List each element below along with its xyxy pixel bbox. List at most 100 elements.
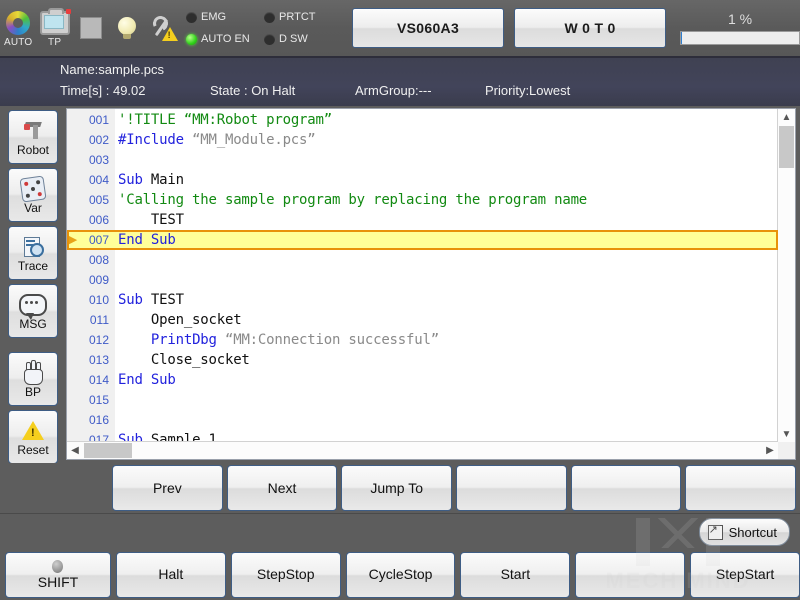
shortcut-button[interactable]: Shortcut	[699, 518, 790, 546]
code-line[interactable]: 005'Calling the sample program by replac…	[67, 190, 778, 210]
sidebar-item-msg[interactable]: MSG	[8, 284, 58, 338]
function-button-next[interactable]: Next	[227, 465, 338, 511]
hand-breakpoint-icon	[23, 360, 43, 386]
code-line[interactable]: 002#Include “MM_Module.pcs”	[67, 130, 778, 150]
function-button-empty-3[interactable]	[456, 465, 567, 511]
code-line[interactable]: 016	[67, 410, 778, 430]
robot-model-button[interactable]: VS060A3	[352, 8, 504, 48]
bottom-button-label: StepStop	[257, 567, 315, 582]
code-line[interactable]: 004Sub Main	[67, 170, 778, 190]
shift-led-icon	[52, 560, 63, 573]
function-button-prev[interactable]: Prev	[112, 465, 223, 511]
shortcut-arrow-icon	[708, 525, 723, 540]
function-button-label: Next	[268, 480, 297, 496]
horizontal-scroll-thumb[interactable]	[84, 443, 132, 458]
code-viewport[interactable]: 001'!TITLE “MM:Robot program”002#Include…	[67, 109, 778, 442]
function-button-label: Prev	[153, 480, 182, 496]
tp-label: TP	[48, 37, 61, 48]
code-line[interactable]: 014End Sub	[67, 370, 778, 390]
sidebar-item-reset[interactable]: Reset	[8, 410, 58, 464]
sidebar-item-robot[interactable]: Robot	[8, 110, 58, 164]
sidebar-item-trace[interactable]: Trace	[8, 226, 58, 280]
prtct-led-icon	[264, 12, 275, 23]
d-sw-label: D SW	[279, 33, 308, 45]
auto-mode-icon[interactable]: AUTO	[0, 3, 36, 53]
scroll-right-arrow-icon[interactable]: ▶	[762, 442, 778, 458]
code-line[interactable]: 006 TEST	[67, 210, 778, 230]
bottom-button-label: Start	[501, 567, 531, 582]
scroll-down-arrow-icon[interactable]: ▼	[778, 426, 795, 442]
bottom-button-start[interactable]: Start	[460, 552, 570, 598]
vertical-scroll-thumb[interactable]	[779, 126, 794, 168]
program-info-header: Name:sample.pcs Time[s] : 49.02 State : …	[0, 58, 800, 106]
scrollbar-corner	[778, 442, 795, 459]
code-line[interactable]: 003	[67, 150, 778, 170]
speed-progress-bar[interactable]	[680, 31, 800, 45]
code-line[interactable]: 010Sub TEST	[67, 290, 778, 310]
code-line-text: Close_socket	[114, 352, 250, 368]
code-line-list[interactable]: 001'!TITLE “MM:Robot program”002#Include…	[67, 110, 778, 442]
program-name: Name:sample.pcs	[60, 62, 164, 77]
function-button-empty-4[interactable]	[571, 465, 682, 511]
scroll-left-arrow-icon[interactable]: ◀	[67, 442, 83, 458]
prtct-label: PRTCT	[279, 11, 315, 23]
code-line[interactable]: 008	[67, 250, 778, 270]
sidebar-label-reset: Reset	[17, 444, 48, 457]
code-line-number: 011	[79, 313, 114, 327]
sidebar-label-var: Var	[24, 202, 42, 215]
maintenance-wrench-icon[interactable]: !	[146, 3, 182, 53]
code-line-text: TEST	[114, 212, 184, 228]
code-line-number: 004	[79, 173, 114, 187]
sidebar-divider-gap	[0, 338, 64, 348]
horizontal-scrollbar[interactable]: ◀ ▶	[67, 441, 778, 459]
bottom-button-empty-5[interactable]	[575, 552, 685, 598]
code-line-number: 001	[79, 113, 114, 127]
function-button-empty-5[interactable]	[685, 465, 796, 511]
trace-magnifier-icon	[22, 234, 44, 260]
variable-cube-icon	[21, 176, 45, 202]
code-line[interactable]: ▶007End Sub	[67, 230, 778, 250]
bottom-button-label: Halt	[158, 567, 183, 582]
sidebar-label-trace: Trace	[18, 260, 48, 273]
status-lamp-group: EMG PRTCT AUTO EN D SW	[186, 8, 342, 49]
auto-en-label: AUTO EN	[201, 33, 250, 45]
coordinate-tool-button[interactable]: W 0 T 0	[514, 8, 666, 48]
robot-arm-icon	[22, 118, 44, 144]
code-editor-panel[interactable]: 001'!TITLE “MM:Robot program”002#Include…	[66, 108, 796, 460]
bottom-button-stepstart[interactable]: StepStart	[690, 552, 800, 598]
bottom-button-shift[interactable]: SHIFT	[5, 552, 111, 598]
code-line[interactable]: 011 Open_socket	[67, 310, 778, 330]
code-line-number: 003	[79, 153, 114, 167]
emg-label: EMG	[201, 11, 226, 23]
code-line[interactable]: 013 Close_socket	[67, 350, 778, 370]
code-line-number: 002	[79, 133, 114, 147]
code-line[interactable]: 001'!TITLE “MM:Robot program”	[67, 110, 778, 130]
tp-case-glyph	[40, 9, 70, 37]
sidebar-label-bp: BP	[25, 386, 41, 399]
vertical-scrollbar[interactable]: ▲ ▼	[777, 109, 795, 442]
auto-swirl-glyph	[6, 9, 30, 37]
function-button-jump-to[interactable]: Jump To	[341, 465, 452, 511]
status-lamp-auto-en: AUTO EN	[186, 33, 264, 45]
d-sw-led-icon	[264, 34, 275, 45]
stop-square-icon[interactable]	[73, 3, 109, 53]
sidebar-item-bp[interactable]: BP	[8, 352, 58, 406]
teach-pendant-icon[interactable]: TP	[36, 3, 72, 53]
code-line[interactable]: 012 PrintDbg “MM:Connection successful”	[67, 330, 778, 350]
lamp-bulb-icon[interactable]	[109, 3, 145, 53]
status-lamp-d-sw: D SW	[264, 33, 342, 45]
bottom-button-cyclestop[interactable]: CycleStop	[346, 552, 456, 598]
scroll-up-arrow-icon[interactable]: ▲	[778, 109, 795, 125]
code-line[interactable]: 015	[67, 390, 778, 410]
code-line-number: 010	[79, 293, 114, 307]
code-line[interactable]: 009	[67, 270, 778, 290]
message-bubble-icon	[19, 292, 47, 318]
speed-percent-control[interactable]: 1 %	[680, 11, 800, 45]
bottom-button-halt[interactable]: Halt	[116, 552, 226, 598]
bottom-button-stepstop[interactable]: StepStop	[231, 552, 341, 598]
stop-square-glyph	[80, 14, 102, 42]
sidebar-item-var[interactable]: Var	[8, 168, 58, 222]
function-button-row: Prev Next Jump To	[0, 463, 800, 513]
shortcut-label: Shortcut	[729, 525, 777, 540]
bottom-button-row: SHIFT Halt StepStop CycleStop Start StepStart	[0, 549, 800, 600]
